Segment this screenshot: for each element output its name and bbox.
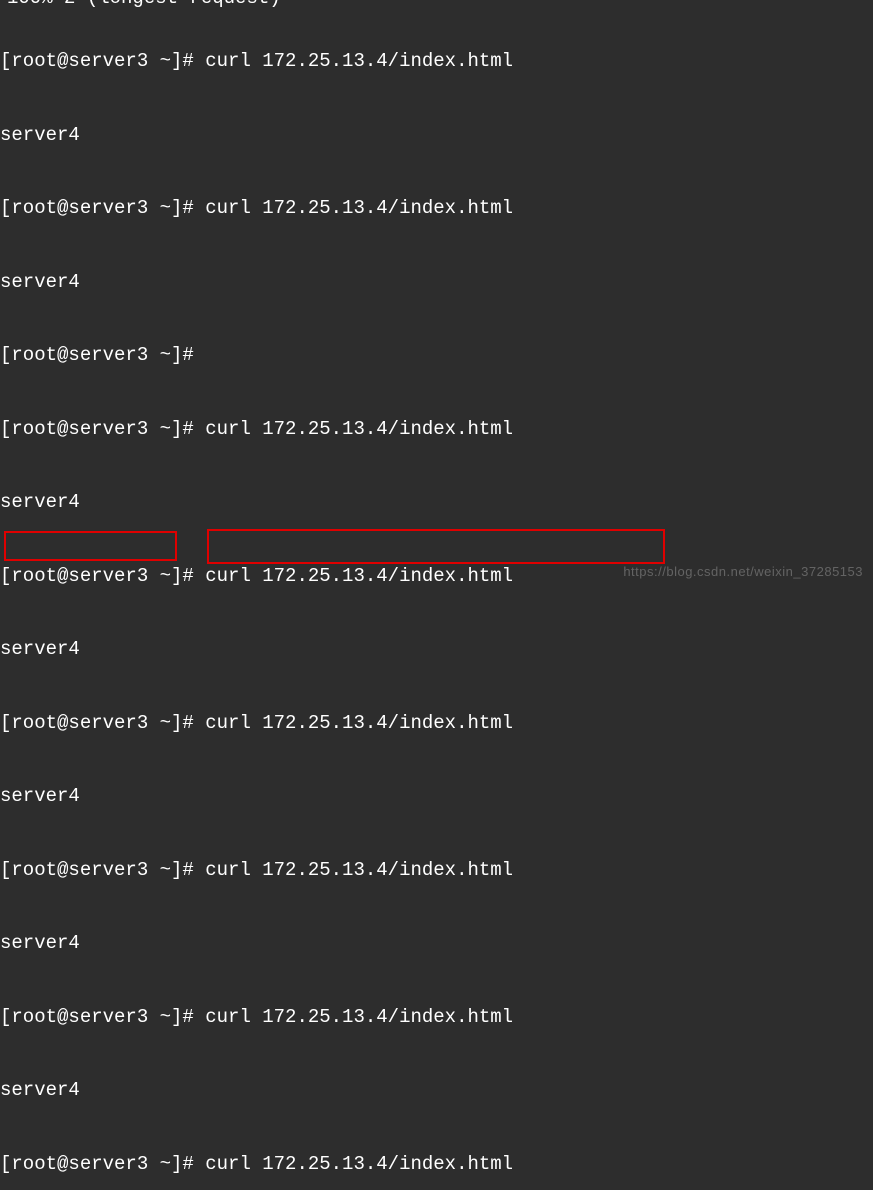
terminal-line: [root@server3 ~]# curl 172.25.13.4/index… [0, 711, 873, 736]
terminal-line: [root@server3 ~]# curl 172.25.13.4/index… [0, 1152, 873, 1177]
terminal-output: server4 [0, 784, 873, 809]
terminal-output: server4 [0, 123, 873, 148]
terminal-output: server4 [0, 270, 873, 295]
terminal-window[interactable]: [root@server3 ~]# curl 172.25.13.4/index… [0, 0, 873, 1190]
terminal-partial-line: 100% 2 (longest request) [7, 0, 281, 11]
terminal-line: [root@server3 ~]# curl 172.25.13.4/index… [0, 1005, 873, 1030]
terminal-line: [root@server3 ~]# curl 172.25.13.4/index… [0, 196, 873, 221]
terminal-line: [root@server3 ~]# curl 172.25.13.4/index… [0, 417, 873, 442]
terminal-line: [root@server3 ~]# curl 172.25.13.4/index… [0, 49, 873, 74]
terminal-output: server4 [0, 931, 873, 956]
terminal-output: server4 [0, 1078, 873, 1103]
terminal-line: [root@server3 ~]# curl 172.25.13.4/index… [0, 858, 873, 883]
terminal-output: server4 [0, 490, 873, 515]
watermark-text: https://blog.csdn.net/weixin_37285153 [623, 564, 863, 581]
terminal-output: server4 [0, 637, 873, 662]
terminal-line: [root@server3 ~]# [0, 343, 873, 368]
